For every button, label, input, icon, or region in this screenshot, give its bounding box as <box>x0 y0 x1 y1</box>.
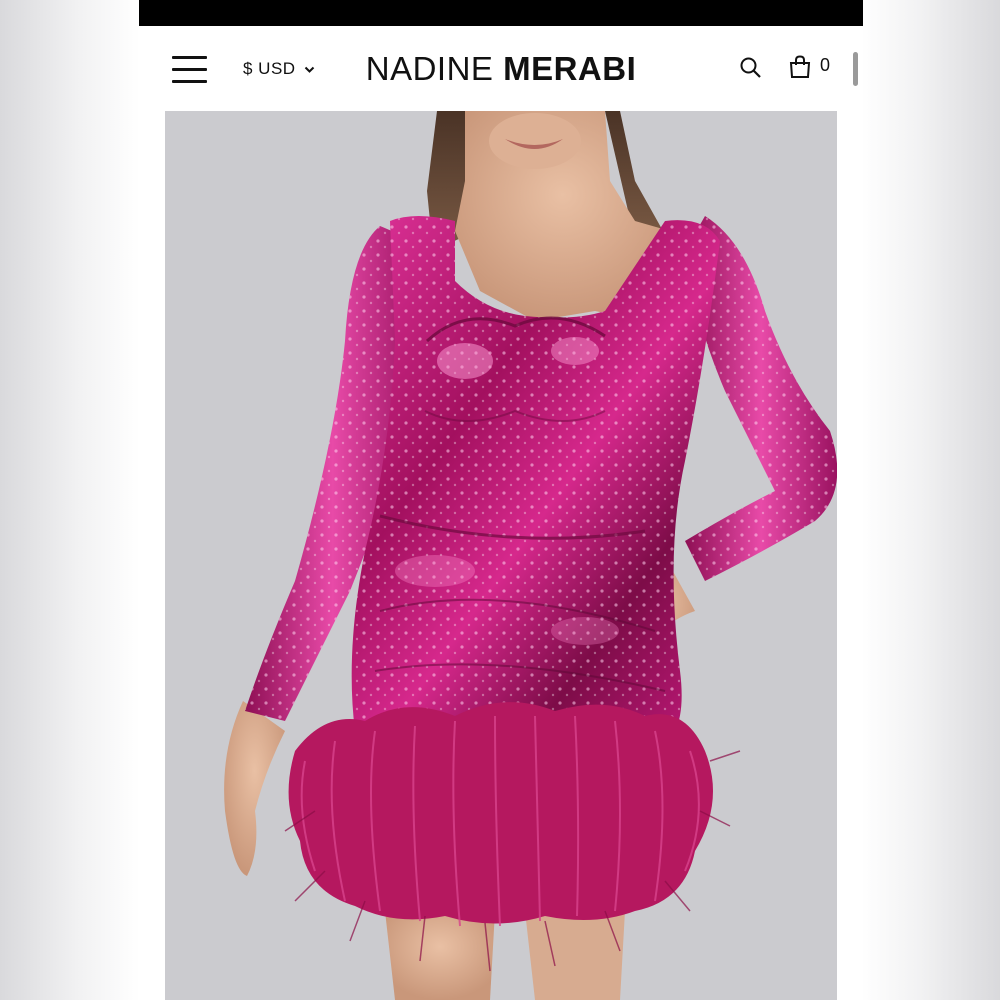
scrollbar[interactable] <box>853 52 858 86</box>
currency-label: $ USD <box>243 59 296 78</box>
currency-selector[interactable]: $ USD <box>243 57 315 81</box>
menu-line <box>172 80 207 83</box>
hamburger-menu-icon[interactable] <box>172 54 208 84</box>
cart-count[interactable]: 0 <box>820 55 830 76</box>
menu-line <box>172 68 207 71</box>
chevron-down-icon <box>304 59 315 79</box>
logo-second-word: MERABI <box>503 50 637 87</box>
site-header: $ USD NADINE MERABI 0 <box>139 26 863 111</box>
product-photo <box>165 111 837 1000</box>
status-bar <box>139 0 863 26</box>
search-icon[interactable] <box>739 56 763 80</box>
product-image[interactable] <box>165 111 837 1000</box>
menu-line <box>172 56 207 59</box>
mobile-page: $ USD NADINE MERABI 0 <box>139 0 863 1000</box>
logo-first-word: NADINE <box>365 50 494 87</box>
shopping-bag-icon[interactable] <box>789 55 811 79</box>
brand-logo[interactable]: NADINE MERABI <box>365 50 637 88</box>
